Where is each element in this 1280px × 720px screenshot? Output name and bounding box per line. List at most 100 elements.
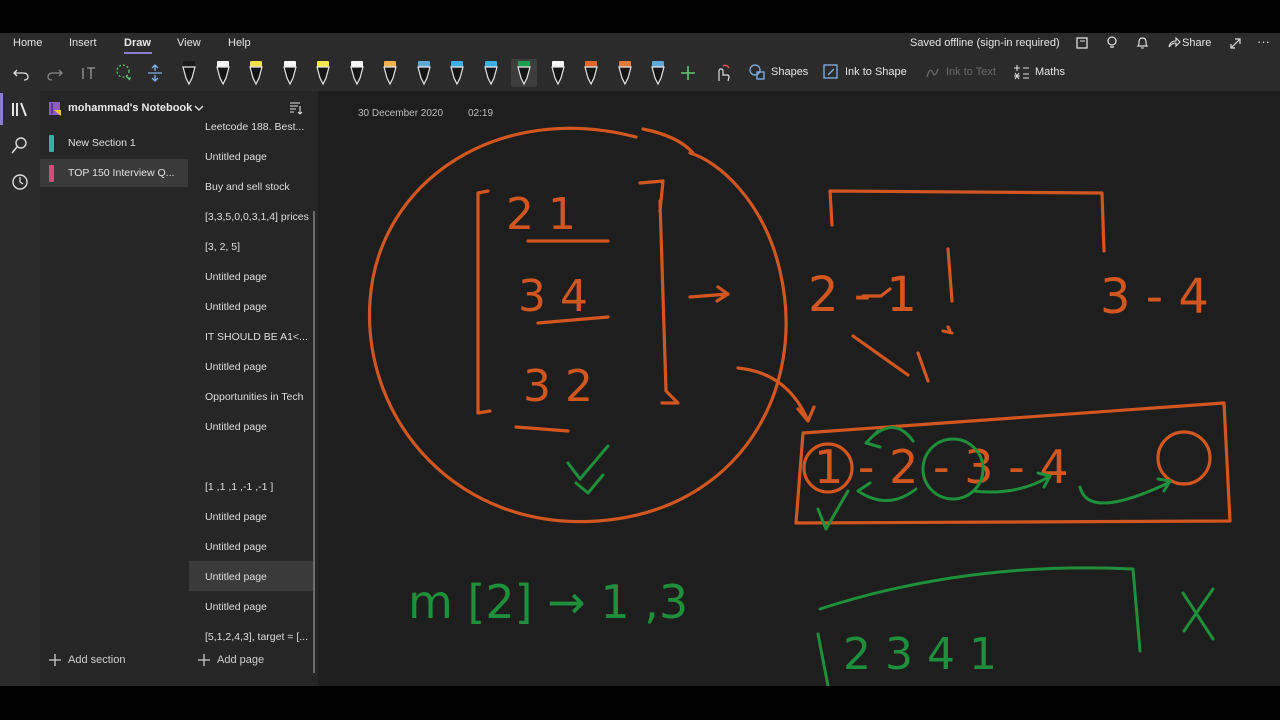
- menu-help[interactable]: Help: [228, 37, 251, 49]
- pen-icon: [584, 61, 598, 86]
- section-item[interactable]: New Section 1: [40, 129, 188, 157]
- maths-icon: [1014, 65, 1029, 80]
- notebook-view-icon[interactable]: [1076, 37, 1089, 50]
- pen-tool[interactable]: [612, 59, 638, 87]
- active-tab-indicator: [124, 52, 152, 54]
- add-section-label: Add section: [68, 654, 126, 666]
- more-options-icon[interactable]: ···: [1257, 34, 1270, 49]
- page-item[interactable]: Untitled page: [189, 591, 313, 621]
- add-section-button[interactable]: Add section: [48, 653, 125, 667]
- page-item[interactable]: IT SHOULD BE A1<...: [189, 321, 313, 351]
- shapes-button[interactable]: Shapes: [749, 64, 808, 80]
- result-note: m [2] → 1 ,3: [408, 575, 688, 629]
- page-canvas[interactable]: 30 December 2020 02:19 2 1 3 4 3 2 2 - 1…: [318, 91, 1280, 686]
- ink-to-text-button[interactable]: Ink to Text: [924, 64, 996, 80]
- menu-home[interactable]: Home: [13, 37, 42, 49]
- page-item[interactable]: Leetcode 188. Best...: [189, 121, 313, 141]
- section-item[interactable]: TOP 150 Interview Q...: [40, 159, 188, 187]
- maths-label: Maths: [1035, 66, 1065, 78]
- page-item[interactable]: [5,1,2,4,3], target = [...: [189, 621, 313, 646]
- pen-tool[interactable]: [478, 59, 504, 87]
- chevron-down-icon[interactable]: [194, 104, 204, 112]
- notebook-pane: mohammad's Notebook New Section 1 TOP 15…: [40, 91, 318, 686]
- page-list: Leetcode 188. Best... Untitled page Buy an…: [189, 121, 317, 646]
- lightbulb-icon[interactable]: [1106, 36, 1118, 50]
- pen-tool[interactable]: [645, 59, 671, 87]
- pen-icon: [483, 61, 498, 86]
- add-page-label: Add page: [217, 654, 265, 666]
- checkmark-stroke: [566, 444, 610, 495]
- notebooks-icon[interactable]: [10, 100, 30, 120]
- pen-icon: [249, 61, 263, 86]
- share-button[interactable]: Share: [1182, 37, 1211, 49]
- share-icon[interactable]: [1167, 37, 1181, 49]
- shapes-icon: [749, 64, 765, 80]
- page-label: Untitled page: [205, 571, 267, 583]
- expand-icon[interactable]: [1229, 37, 1242, 50]
- page-item[interactable]: [189, 441, 313, 471]
- page-item[interactable]: Untitled page: [189, 291, 313, 321]
- page-item[interactable]: [3, 2, 5]: [189, 231, 313, 261]
- page-item[interactable]: [3,3,5,0,0,3,1,4] prices: [189, 201, 313, 231]
- page-item[interactable]: Untitled page: [189, 411, 313, 441]
- pen-tool[interactable]: [243, 59, 269, 87]
- matrix-row: 3 2: [523, 361, 593, 412]
- plus-icon: [198, 654, 210, 666]
- pen-tool[interactable]: [444, 59, 470, 87]
- arrow-stroke: [688, 285, 730, 303]
- recent-icon[interactable]: [10, 172, 30, 192]
- pen-icon: [349, 61, 364, 86]
- page-item[interactable]: Buy and sell stock: [189, 171, 313, 201]
- bell-icon[interactable]: [1136, 36, 1149, 50]
- search-icon[interactable]: [10, 136, 30, 156]
- undo-icon[interactable]: [13, 65, 29, 81]
- pen-icon: [617, 61, 632, 86]
- page-item[interactable]: Untitled page: [189, 561, 313, 591]
- page-item[interactable]: Untitled page: [189, 351, 313, 381]
- sort-icon[interactable]: [289, 101, 303, 115]
- lasso-select-icon[interactable]: [114, 63, 132, 81]
- ink-drawing[interactable]: 2 1 3 4 3 2 2 - 1 3 - 4 1 - 2 - 3 - 4 m …: [318, 91, 1280, 686]
- pen-tool[interactable]: [511, 59, 537, 87]
- add-pen-icon[interactable]: [680, 65, 696, 81]
- page-label: Untitled page: [205, 361, 267, 373]
- row-divider: [514, 425, 570, 433]
- pen-icon: [550, 61, 565, 86]
- page-item[interactable]: Untitled page: [189, 261, 313, 291]
- page-item[interactable]: Untitled page: [189, 501, 313, 531]
- green-ink-text: m [2] → 1 ,3 2 3 4 1: [408, 575, 997, 680]
- touch-draw-icon[interactable]: [713, 63, 731, 83]
- redo-icon[interactable]: [47, 65, 63, 81]
- pen-tool[interactable]: [176, 59, 202, 87]
- save-status: Saved offline (sign-in required): [910, 37, 1060, 49]
- pen-tool[interactable]: [344, 59, 370, 87]
- type-select-icon[interactable]: [81, 64, 97, 82]
- menu-insert[interactable]: Insert: [69, 37, 97, 49]
- add-page-button[interactable]: Add page: [197, 653, 264, 667]
- page-list-scrollbar[interactable]: [313, 211, 315, 673]
- ink-to-text-label: Ink to Text: [946, 66, 996, 78]
- pair-right: 3 - 4: [1100, 269, 1209, 325]
- add-space-icon[interactable]: [147, 63, 163, 83]
- pen-tool[interactable]: [277, 59, 303, 87]
- ink-to-shape-button[interactable]: Ink to Shape: [823, 64, 907, 80]
- menu-view[interactable]: View: [177, 37, 201, 49]
- pair-left: 2 - 1: [808, 267, 917, 323]
- menu-draw[interactable]: Draw: [124, 37, 151, 49]
- pen-tool[interactable]: [377, 59, 403, 87]
- maths-button[interactable]: Maths: [1013, 64, 1065, 80]
- section-color-tab: [49, 135, 54, 152]
- pen-tool[interactable]: [210, 59, 236, 87]
- ink-to-text-icon: [926, 68, 939, 78]
- page-item[interactable]: [1 ,1 ,1 ,-1 ,-1 ]: [189, 471, 313, 501]
- page-item[interactable]: Untitled page: [189, 531, 313, 561]
- pen-icon: [416, 61, 431, 86]
- cross-stroke: [1181, 587, 1215, 641]
- pen-tool[interactable]: [545, 59, 571, 87]
- pen-tool[interactable]: [310, 59, 336, 87]
- pen-tool[interactable]: [578, 59, 604, 87]
- page-item[interactable]: Opportunities in Tech: [189, 381, 313, 411]
- page-item[interactable]: Untitled page: [189, 141, 313, 171]
- pen-tool[interactable]: [411, 59, 437, 87]
- section-list: New Section 1 TOP 150 Interview Q...: [40, 129, 188, 649]
